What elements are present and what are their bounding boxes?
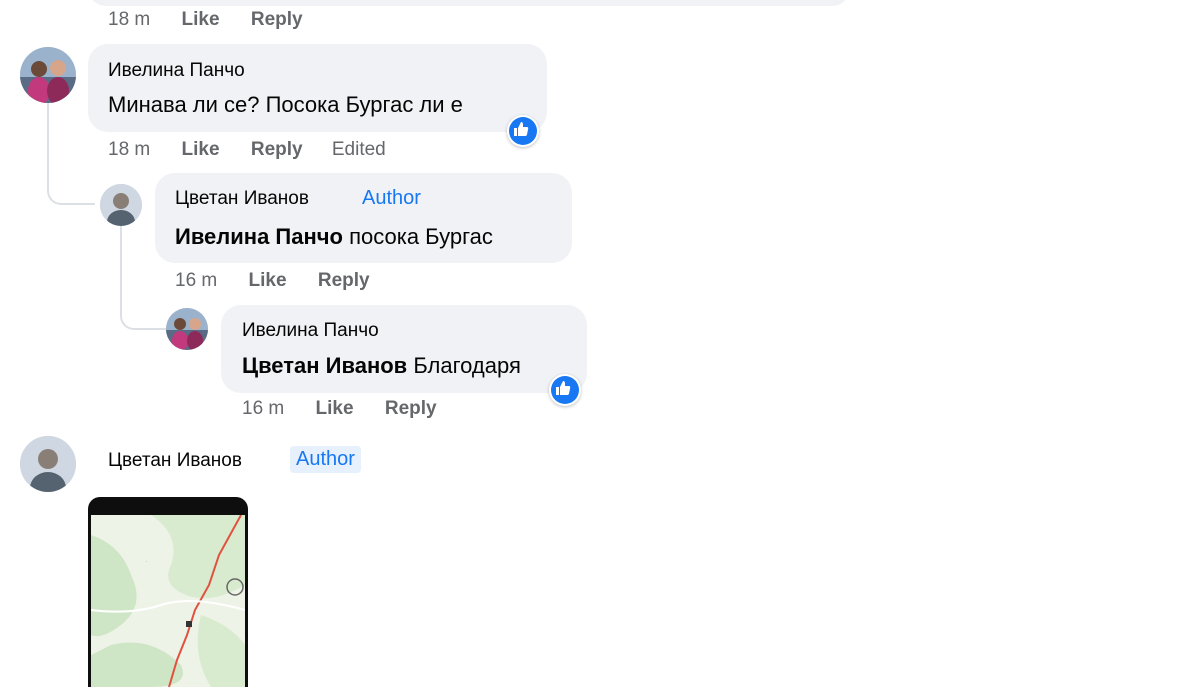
comment-time[interactable]: 18 m: [108, 139, 150, 160]
reply-author[interactable]: Цветан Иванов: [175, 188, 309, 210]
map-screenshot-attachment[interactable]: ·: [88, 497, 248, 687]
map-image: ·: [91, 515, 245, 687]
reply-meta: 16 m Like Reply: [242, 398, 437, 420]
reply-button[interactable]: Reply: [385, 398, 437, 419]
reply-body: Благодаря: [413, 353, 521, 378]
like-button[interactable]: Like: [249, 270, 287, 291]
reply-button[interactable]: Reply: [251, 9, 303, 30]
like-button[interactable]: Like: [316, 398, 354, 419]
avatar[interactable]: [20, 436, 76, 492]
mention[interactable]: Ивелина Панчо: [175, 224, 343, 249]
mention[interactable]: Цветан Иванов: [242, 353, 407, 378]
reply-body: посока Бургас: [349, 224, 493, 249]
comment-bubble: [88, 44, 547, 132]
thread-line: [47, 103, 95, 205]
avatar[interactable]: [166, 308, 208, 350]
like-button[interactable]: Like: [182, 139, 220, 160]
like-icon: [556, 381, 571, 395]
comment-author[interactable]: Ивелина Панчо: [108, 60, 245, 82]
like-icon: [514, 122, 529, 136]
comment-bubble-partial: [88, 0, 850, 6]
comment-time[interactable]: 16 m: [175, 270, 217, 291]
avatar[interactable]: [20, 47, 76, 103]
comment-time[interactable]: 16 m: [242, 398, 284, 419]
comment-text: Минава ли се? Посока Бургас ли е: [108, 92, 463, 117]
reply-text: Цветан Иванов Благодаря: [242, 353, 521, 379]
author-badge: Author: [290, 446, 361, 473]
comment-time[interactable]: 18 m: [108, 9, 150, 30]
reply-button[interactable]: Reply: [251, 139, 303, 160]
reaction-badge[interactable]: [507, 115, 539, 147]
comment-author[interactable]: Цветан Иванов: [108, 450, 242, 472]
comment-meta: 18 m Like Reply Edited: [108, 139, 386, 161]
reply-bubble: [221, 305, 587, 393]
author-badge: Author: [362, 187, 421, 209]
reply-meta: 16 m Like Reply: [175, 270, 370, 292]
comment-meta: 18 m Like Reply: [108, 9, 303, 31]
avatar[interactable]: [100, 184, 142, 226]
reply-text: Ивелина Панчо посока Бургас: [175, 224, 493, 250]
edited-label: Edited: [331, 139, 386, 160]
reply-author[interactable]: Ивелина Панчо: [242, 320, 379, 342]
reply-button[interactable]: Reply: [318, 270, 370, 291]
reaction-badge[interactable]: [549, 374, 581, 406]
like-button[interactable]: Like: [182, 9, 220, 30]
